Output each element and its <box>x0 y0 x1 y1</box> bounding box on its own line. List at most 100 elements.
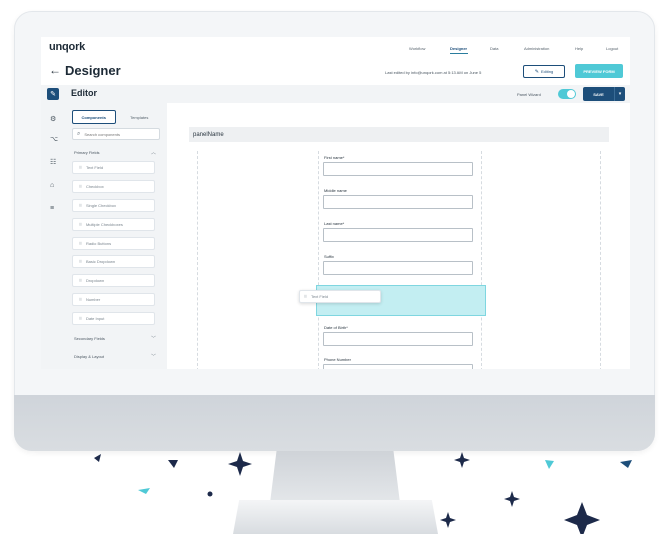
components-panel: Components Templates ⌕ Primary Fields ︿ … <box>67 103 167 369</box>
drag-handle-icon: ⠿ <box>79 241 82 246</box>
component-label: Dropdown <box>85 278 105 283</box>
component-label: Text Field <box>85 165 104 170</box>
triangle-shape <box>168 460 178 468</box>
display-layout-label: Display & Layout <box>74 354 105 359</box>
nav-workflow[interactable]: Workflow <box>409 46 425 51</box>
pencil-icon: ✎ <box>534 68 539 75</box>
save-button[interactable]: SAVE ▾ <box>583 87 625 101</box>
nav-help[interactable]: Help <box>575 46 583 51</box>
field-label: Date of Birth* <box>324 325 348 330</box>
component-search[interactable]: ⌕ <box>72 128 160 140</box>
preview-form-button[interactable]: PREVIEW FORM <box>575 64 623 78</box>
left-icon-rail: ⚙ ⌥ ☷ ⌂ ≡ <box>41 103 67 369</box>
field-label: First name* <box>324 155 345 160</box>
chevron-up-icon[interactable]: ︿ <box>151 149 156 156</box>
middle-name-field[interactable] <box>323 195 473 209</box>
editing-button-label: Editing <box>540 69 554 74</box>
drag-handle-icon: ⠿ <box>79 184 82 189</box>
canvas-column-left <box>197 151 319 369</box>
component-label: Number <box>85 297 101 302</box>
chevron-down-icon[interactable]: ﹀ <box>151 335 156 342</box>
component-item[interactable]: ⠿ Date Input <box>72 312 155 325</box>
secondary-fields-label: Secondary Fields <box>74 336 105 341</box>
app-screen: unqork Workflow Designer Data Administra… <box>41 37 630 369</box>
tab-templates[interactable]: Templates <box>119 110 161 124</box>
component-item[interactable]: ⠿ Basic Dropdown <box>72 255 155 268</box>
component-item[interactable]: ⠿ Text Field <box>72 161 155 174</box>
triangle-shape <box>620 460 632 468</box>
primary-fields-label: Primary Fields <box>74 150 100 155</box>
drag-handle-icon: ⠿ <box>79 316 82 321</box>
component-item[interactable]: ⠿ Single Checkbox <box>72 199 155 212</box>
dot-shape <box>207 491 213 497</box>
field-label: Middle name <box>324 188 347 193</box>
drag-handle-icon: ⠿ <box>304 294 307 299</box>
first-name-field[interactable] <box>323 162 473 176</box>
dragged-component[interactable]: ⠿ Text Field <box>299 290 381 303</box>
drag-handle-icon: ⠿ <box>79 222 82 227</box>
designer-header: ← Designer Last edited by info@unqork.co… <box>41 57 630 85</box>
triangle-shape <box>94 454 101 462</box>
editor-bar: ✎ Editor Panel Wizard SAVE ▾ <box>41 85 630 103</box>
component-item[interactable]: ⠿ Checkbox <box>72 180 155 193</box>
search-input[interactable] <box>84 131 145 137</box>
drag-handle-icon: ⠿ <box>79 165 82 170</box>
nav-data[interactable]: Data <box>490 46 498 51</box>
gear-icon[interactable]: ⚙ <box>50 115 56 123</box>
sparkle-icon <box>228 452 252 476</box>
component-label: Checkbox <box>85 184 104 189</box>
panel-name-bar[interactable]: panelName <box>189 127 609 142</box>
component-item[interactable]: ⠿ Radio Buttons <box>72 237 155 250</box>
editor-title: Editor <box>71 88 97 98</box>
tab-components[interactable]: Components <box>72 110 116 124</box>
drag-handle-icon: ⠿ <box>79 203 82 208</box>
component-item[interactable]: ⠿ Multiple Checkboxes <box>72 218 155 231</box>
shapes-icon[interactable]: ⌂ <box>50 182 54 189</box>
edit-mode-icon[interactable]: ✎ <box>47 88 59 100</box>
dragged-component-label: Text Field <box>310 294 329 299</box>
chevron-down-icon[interactable]: ▾ <box>614 87 625 101</box>
last-name-field[interactable] <box>323 228 473 242</box>
sparkle-icon <box>454 452 470 468</box>
component-label: Date Input <box>85 316 105 321</box>
page-title: Designer <box>65 63 121 78</box>
top-nav: unqork Workflow Designer Data Administra… <box>41 37 630 57</box>
sliders-icon[interactable]: ≡ <box>50 205 54 212</box>
field-label: Suffix <box>324 254 334 259</box>
component-label: Single Checkbox <box>85 203 116 208</box>
save-button-label: SAVE <box>593 91 604 97</box>
component-label: Radio Buttons <box>85 241 112 246</box>
nav-logout[interactable]: Logout <box>606 46 618 51</box>
drag-handle-icon: ⠿ <box>79 259 82 264</box>
unqork-logo: unqork <box>49 41 86 53</box>
component-item[interactable]: ⠿ Number <box>72 293 155 306</box>
sparkle-decorations <box>94 452 632 534</box>
chevron-down-icon[interactable]: ﹀ <box>151 353 156 360</box>
component-label: Multiple Checkboxes <box>85 222 123 227</box>
nav-administration[interactable]: Administration <box>524 46 549 51</box>
sparkle-icon <box>564 502 600 534</box>
phone-number-field[interactable] <box>323 364 473 369</box>
triangle-shape <box>138 488 150 494</box>
date-of-birth-field[interactable] <box>323 332 473 346</box>
canvas-column-right <box>481 151 601 369</box>
display-layout-header[interactable]: Display & Layout ﹀ <box>74 353 156 360</box>
arrow-left-icon[interactable]: ← <box>49 63 61 77</box>
nav-designer[interactable]: Designer <box>450 46 467 51</box>
layers-icon[interactable]: ☷ <box>50 158 56 166</box>
panel-wizard-toggle[interactable] <box>558 89 576 99</box>
code-icon[interactable]: ⌥ <box>50 135 58 143</box>
editing-button[interactable]: ✎ Editing <box>523 65 565 78</box>
suffix-field[interactable] <box>323 261 473 275</box>
panel-tabs: Components Templates <box>72 110 160 124</box>
primary-fields-header[interactable]: Primary Fields ︿ <box>74 149 156 156</box>
drag-handle-icon: ⠿ <box>79 278 82 283</box>
component-item[interactable]: ⠿ Dropdown <box>72 274 155 287</box>
component-label: Basic Dropdown <box>85 259 116 264</box>
design-canvas: panelName First name* Middle name Last n… <box>167 103 630 369</box>
field-label: Last name* <box>324 221 345 226</box>
secondary-fields-header[interactable]: Secondary Fields ﹀ <box>74 335 156 342</box>
sparkle-icon <box>440 512 456 528</box>
sparkle-icon <box>504 491 520 507</box>
search-icon: ⌕ <box>77 130 81 137</box>
